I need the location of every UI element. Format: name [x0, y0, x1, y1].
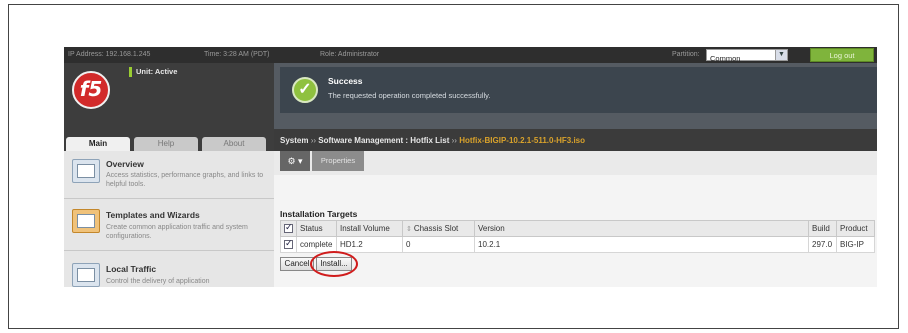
breadcrumb-separator: ›› — [310, 136, 317, 145]
partition-select[interactable]: Common ▼ — [706, 49, 788, 63]
header-left: f5 Unit: Active — [64, 63, 274, 129]
breadcrumb-current: Hotfix-BIGIP-10.2.1-511.0-HF3.iso — [459, 136, 586, 145]
f5-config-utility: IP Address: 192.168.1.245 Time: 3:28 AM … — [64, 47, 877, 287]
breadcrumb: System ›› Software Management : Hotfix L… — [274, 129, 877, 151]
table-row: complete HD1.2 0 10.2.1 297.0 BIG-IP — [280, 236, 875, 253]
column-header-product[interactable]: Product — [836, 220, 875, 237]
column-header-version[interactable]: Version — [474, 220, 809, 237]
row-checkbox[interactable] — [284, 238, 293, 250]
tab-main[interactable]: Main — [66, 137, 130, 151]
cancel-button[interactable]: Cancel — [280, 257, 314, 271]
breadcrumb-hotfix-list[interactable]: Software Management : Hotfix List — [318, 136, 449, 145]
sidebar-item-local-traffic[interactable]: Local Traffic Control the delivery of ap… — [64, 251, 274, 287]
success-title: Success — [328, 76, 363, 86]
local-traffic-icon — [72, 263, 100, 287]
logout-button[interactable]: Log out — [810, 48, 874, 62]
sidebar-item-title: Local Traffic — [106, 264, 157, 274]
column-header-status[interactable]: Status — [296, 220, 337, 237]
row-select-cell[interactable] — [280, 236, 297, 253]
f5-logo: f5 — [72, 71, 110, 109]
cell-slot: 0 — [402, 236, 475, 253]
column-header-volume[interactable]: Install Volume — [336, 220, 403, 237]
section-title: Installation Targets — [280, 209, 358, 219]
sidebar-item-desc: Control the delivery of application — [106, 278, 210, 285]
sidebar-item-desc: Create common application traffic and sy… — [106, 224, 248, 240]
templates-icon — [72, 209, 100, 233]
gear-menu-button[interactable]: ⚙ ▾ — [280, 151, 310, 171]
installation-targets-table: Status Install Volume ⇕ Chassis Slot Ver… — [280, 220, 875, 253]
unit-status: Unit: Active — [136, 67, 178, 76]
breadcrumb-system[interactable]: System — [280, 136, 308, 145]
select-all-header[interactable] — [280, 220, 297, 237]
sidebar-item-overview[interactable]: Overview Access statistics, performance … — [64, 151, 274, 197]
sidebar-item-title: Templates and Wizards — [106, 210, 200, 220]
ip-address: IP Address: 192.168.1.245 — [68, 51, 151, 58]
sidebar-item-title: Overview — [106, 159, 144, 169]
main-tabs: Main Help About — [64, 129, 274, 151]
sidebar: Overview Access statistics, performance … — [64, 151, 274, 287]
tab-help[interactable]: Help — [134, 137, 198, 151]
cell-product: BIG-IP — [836, 236, 875, 253]
toolbar: ⚙ ▾ Properties — [274, 151, 877, 175]
breadcrumb-separator: ›› — [451, 136, 457, 145]
success-banner: ✓ Success The requested operation comple… — [280, 67, 877, 113]
cell-volume: HD1.2 — [336, 236, 403, 253]
cell-version: 10.2.1 — [474, 236, 809, 253]
cell-build: 297.0 — [808, 236, 837, 253]
sidebar-item-desc: Access statistics, performance graphs, a… — [106, 172, 264, 188]
column-header-slot[interactable]: ⇕ Chassis Slot — [402, 220, 475, 237]
tab-properties[interactable]: Properties — [312, 151, 364, 171]
chevron-down-icon[interactable]: ▼ — [775, 50, 787, 60]
time-display: Time: 3:28 AM (PDT) — [204, 51, 270, 58]
top-status-bar: IP Address: 192.168.1.245 Time: 3:28 AM … — [64, 47, 877, 63]
sort-icon: ⇕ — [406, 226, 414, 233]
overview-icon — [72, 159, 100, 183]
main-content: Installation Targets Status Install Volu… — [274, 175, 877, 287]
success-message: The requested operation completed succes… — [328, 91, 491, 100]
highlight-circle — [310, 251, 358, 277]
check-icon: ✓ — [292, 77, 318, 103]
sidebar-item-templates[interactable]: Templates and Wizards Create common appl… — [64, 199, 274, 249]
screenshot-frame: IP Address: 192.168.1.245 Time: 3:28 AM … — [8, 4, 899, 329]
column-header-slot-label: Chassis Slot — [413, 224, 459, 233]
partition-label: Partition: — [672, 51, 700, 58]
unit-status-indicator — [129, 67, 132, 77]
column-header-build[interactable]: Build — [808, 220, 837, 237]
select-all-checkbox[interactable] — [284, 222, 293, 234]
tab-about[interactable]: About — [202, 137, 266, 151]
table-header-row: Status Install Volume ⇕ Chassis Slot Ver… — [280, 220, 875, 237]
message-area: ✓ Success The requested operation comple… — [274, 63, 877, 129]
role-display: Role: Administrator — [320, 51, 380, 58]
